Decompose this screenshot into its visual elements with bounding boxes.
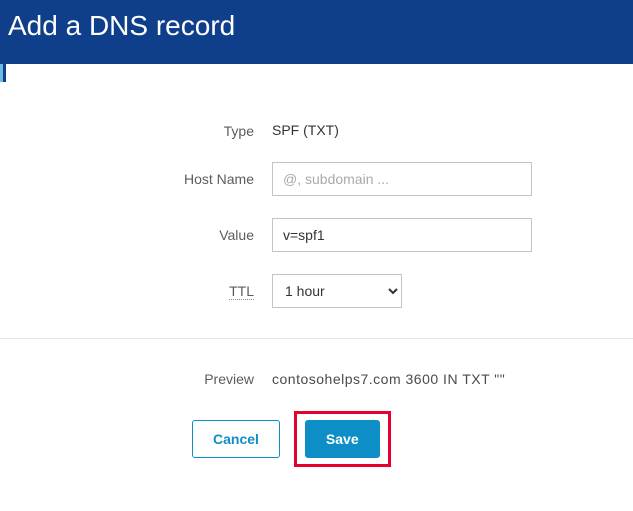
page-header: Add a DNS record bbox=[0, 0, 633, 64]
row-type: Type SPF (TXT) bbox=[0, 122, 633, 140]
ttl-select[interactable]: 1 hour bbox=[272, 274, 402, 308]
preview-text: contosohelps7.com 3600 IN TXT "" bbox=[272, 371, 505, 387]
label-ttl: TTL bbox=[0, 283, 272, 299]
hostname-input[interactable] bbox=[272, 162, 532, 196]
page-title: Add a DNS record bbox=[8, 10, 235, 41]
type-value: SPF (TXT) bbox=[272, 122, 339, 138]
save-highlight-box: Save bbox=[294, 411, 391, 467]
label-value: Value bbox=[0, 227, 272, 243]
row-preview: Preview contosohelps7.com 3600 IN TXT "" bbox=[0, 339, 633, 387]
label-type: Type bbox=[0, 123, 272, 139]
label-preview: Preview bbox=[0, 371, 272, 387]
header-accent bbox=[0, 64, 6, 82]
save-button[interactable]: Save bbox=[305, 420, 380, 458]
row-hostname: Host Name bbox=[0, 162, 633, 196]
label-hostname: Host Name bbox=[0, 171, 272, 187]
button-row: Cancel Save bbox=[0, 411, 633, 467]
row-value: Value bbox=[0, 218, 633, 252]
cancel-button[interactable]: Cancel bbox=[192, 420, 280, 458]
value-input[interactable] bbox=[272, 218, 532, 252]
row-ttl: TTL 1 hour bbox=[0, 274, 633, 308]
dns-form: Type SPF (TXT) Host Name Value TTL 1 hou… bbox=[0, 82, 633, 308]
